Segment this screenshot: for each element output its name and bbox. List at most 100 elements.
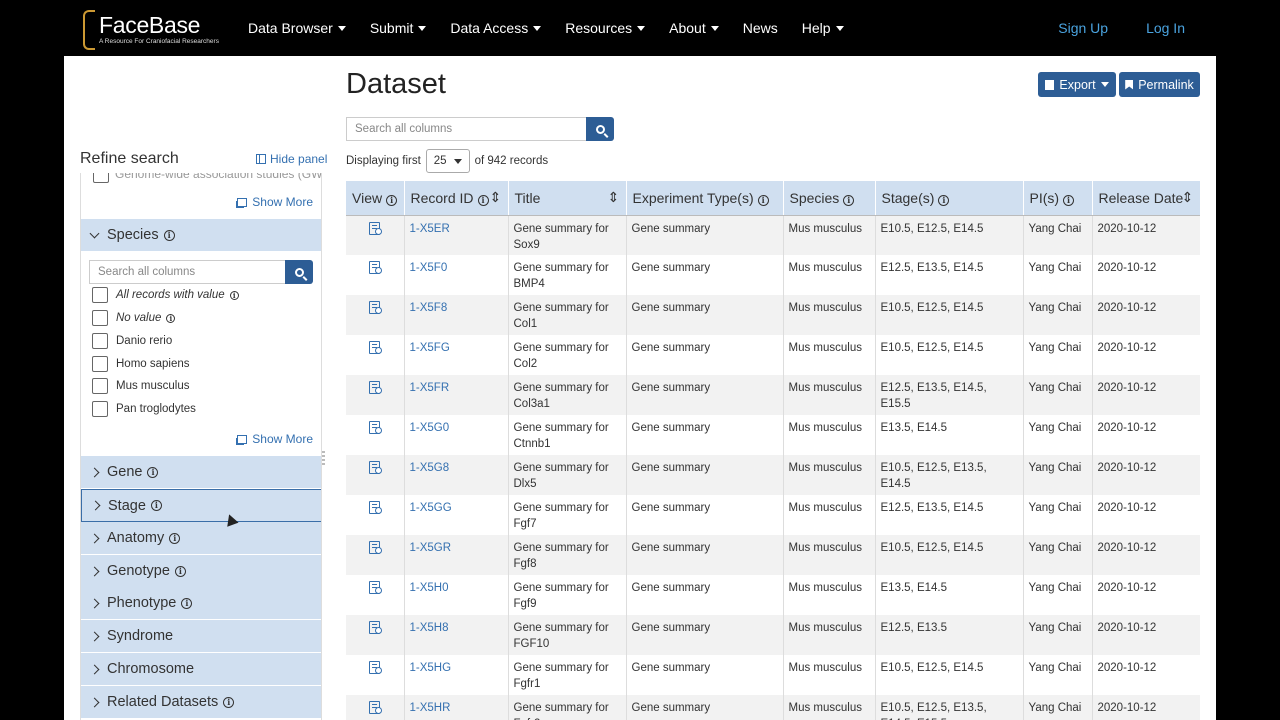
checkbox[interactable] (93, 173, 109, 183)
species-option[interactable]: No value i (92, 310, 176, 326)
record-id-link[interactable]: 1-X5H8 (404, 615, 509, 655)
facet-gene-header[interactable]: Gene i (81, 456, 321, 489)
nav-item-help[interactable]: Help (802, 20, 844, 36)
info-icon[interactable]: i (150, 500, 162, 511)
view-record-icon[interactable] (369, 341, 383, 354)
record-id-link[interactable]: 1-X5HR (404, 695, 509, 720)
nav-item-data-browser[interactable]: Data Browser (248, 20, 346, 36)
record-id-link[interactable]: 1-X5ER (404, 215, 509, 255)
sort-icon[interactable] (608, 189, 620, 206)
species-search-button[interactable] (285, 260, 313, 284)
facet-phenotype-header[interactable]: Phenotype i (81, 587, 321, 620)
view-record-icon[interactable] (369, 301, 383, 314)
view-record-icon[interactable] (369, 461, 383, 474)
facet-genotype-header[interactable]: Genotype i (81, 555, 321, 588)
nav-item-resources[interactable]: Resources (565, 20, 646, 36)
view-record-icon[interactable] (369, 661, 383, 674)
record-id-link[interactable]: 1-X5F8 (404, 295, 509, 335)
column-header-record-id[interactable]: Record ID i (404, 181, 509, 216)
panel-resize-handle[interactable] (322, 451, 325, 467)
facet-chromosome-header[interactable]: Chromosome (81, 653, 321, 686)
checkbox[interactable] (92, 356, 108, 372)
nav-item-data-access[interactable]: Data Access (450, 20, 542, 36)
info-icon[interactable]: i (147, 466, 159, 478)
info-icon[interactable]: i (181, 597, 193, 609)
facebase-logo[interactable]: FaceBase A Resource For Craniofacial Res… (81, 10, 223, 50)
column-header-view[interactable]: View i (346, 181, 405, 216)
stages-cell: E10.5, E12.5, E13.5, E14.5 (875, 455, 1024, 495)
record-id-link[interactable]: 1-X5G8 (404, 455, 509, 495)
hide-panel-link[interactable]: Hide panel (256, 152, 327, 166)
permalink-button[interactable]: Permalink (1119, 72, 1200, 97)
main-search-input[interactable]: Search all columns (346, 117, 586, 141)
view-record-icon[interactable] (369, 421, 383, 434)
checkbox[interactable] (92, 333, 108, 349)
view-record-icon[interactable] (369, 221, 383, 235)
info-icon[interactable]: i (223, 696, 235, 708)
record-id-link[interactable]: 1-X5GR (404, 535, 509, 575)
show-more-button-1[interactable]: Show More (237, 195, 313, 209)
checkbox[interactable] (92, 378, 108, 394)
facet-syndrome-header[interactable]: Syndrome (81, 620, 321, 653)
info-icon[interactable]: i (757, 194, 769, 206)
column-header-species[interactable]: Species i (783, 181, 876, 216)
view-cell (346, 215, 405, 255)
sign-up-link[interactable]: Sign Up (1058, 20, 1108, 36)
info-icon[interactable]: i (477, 194, 489, 206)
facet-related-datasets-header[interactable]: Related Datasets i (81, 686, 321, 719)
species-option[interactable]: Mus musculus (92, 378, 190, 394)
info-icon[interactable]: i (386, 194, 398, 206)
info-icon[interactable]: i (843, 194, 855, 206)
show-more-button-2[interactable]: Show More (237, 432, 313, 446)
info-icon[interactable]: i (163, 229, 175, 241)
main-content: Refine search Hide panel Genome-wide ass… (64, 56, 1216, 720)
species-search-input[interactable]: Search all columns (89, 260, 285, 284)
view-record-icon[interactable] (369, 621, 383, 634)
view-record-icon[interactable] (369, 381, 383, 394)
checkbox[interactable] (92, 287, 108, 303)
column-header-experiment-type-s[interactable]: Experiment Type(s) i (626, 181, 784, 216)
species-option[interactable]: Homo sapiens (92, 356, 190, 372)
info-icon[interactable]: i (169, 532, 181, 544)
species-option[interactable]: Pan troglodytes (92, 401, 196, 417)
page-size-select[interactable]: 25 (425, 149, 470, 173)
view-record-icon[interactable] (369, 501, 383, 514)
checkbox[interactable] (92, 310, 108, 326)
column-header-pi-s[interactable]: PI(s) i (1023, 181, 1093, 216)
main-search-button[interactable] (586, 117, 614, 141)
info-icon[interactable]: i (1063, 194, 1075, 206)
view-record-icon[interactable] (369, 581, 383, 594)
log-in-link[interactable]: Log In (1146, 20, 1185, 36)
record-id-link[interactable]: 1-X5FG (404, 335, 509, 375)
sort-icon[interactable] (1182, 189, 1194, 206)
nav-item-about[interactable]: About (669, 20, 719, 36)
checkbox[interactable] (92, 401, 108, 417)
truncated-checkbox-row[interactable]: Genome-wide association studies (GWAS (93, 173, 321, 183)
nav-item-submit[interactable]: Submit (370, 20, 427, 36)
record-id-link[interactable]: 1-X5GG (404, 495, 509, 535)
facet-stage-header[interactable]: Stage i (81, 489, 321, 522)
info-icon[interactable]: i (166, 313, 176, 323)
info-icon[interactable]: i (229, 290, 239, 300)
facet-panel: Genome-wide association studies (GWAS Sh… (80, 173, 322, 720)
sort-icon[interactable] (490, 189, 502, 206)
record-id-link[interactable]: 1-X5FR (404, 375, 509, 415)
view-record-icon[interactable] (369, 541, 383, 554)
column-header-title[interactable]: Title (508, 181, 627, 216)
column-header-stage-s[interactable]: Stage(s) i (875, 181, 1024, 216)
record-id-link[interactable]: 1-X5H0 (404, 575, 509, 615)
facet-species-header[interactable]: Species i (81, 219, 321, 252)
nav-item-news[interactable]: News (743, 20, 778, 36)
view-record-icon[interactable] (369, 261, 383, 274)
facet-anatomy-header[interactable]: Anatomy i (81, 522, 321, 555)
column-header-release-date[interactable]: Release Date (1092, 181, 1200, 216)
record-id-link[interactable]: 1-X5HG (404, 655, 509, 695)
species-option[interactable]: All records with value i (92, 287, 239, 303)
record-id-link[interactable]: 1-X5F0 (404, 255, 509, 295)
info-icon[interactable]: i (938, 194, 950, 206)
species-option[interactable]: Danio rerio (92, 333, 172, 349)
export-button[interactable]: Export (1038, 72, 1116, 97)
view-record-icon[interactable] (369, 701, 383, 714)
record-id-link[interactable]: 1-X5G0 (404, 415, 509, 455)
info-icon[interactable]: i (174, 565, 186, 577)
